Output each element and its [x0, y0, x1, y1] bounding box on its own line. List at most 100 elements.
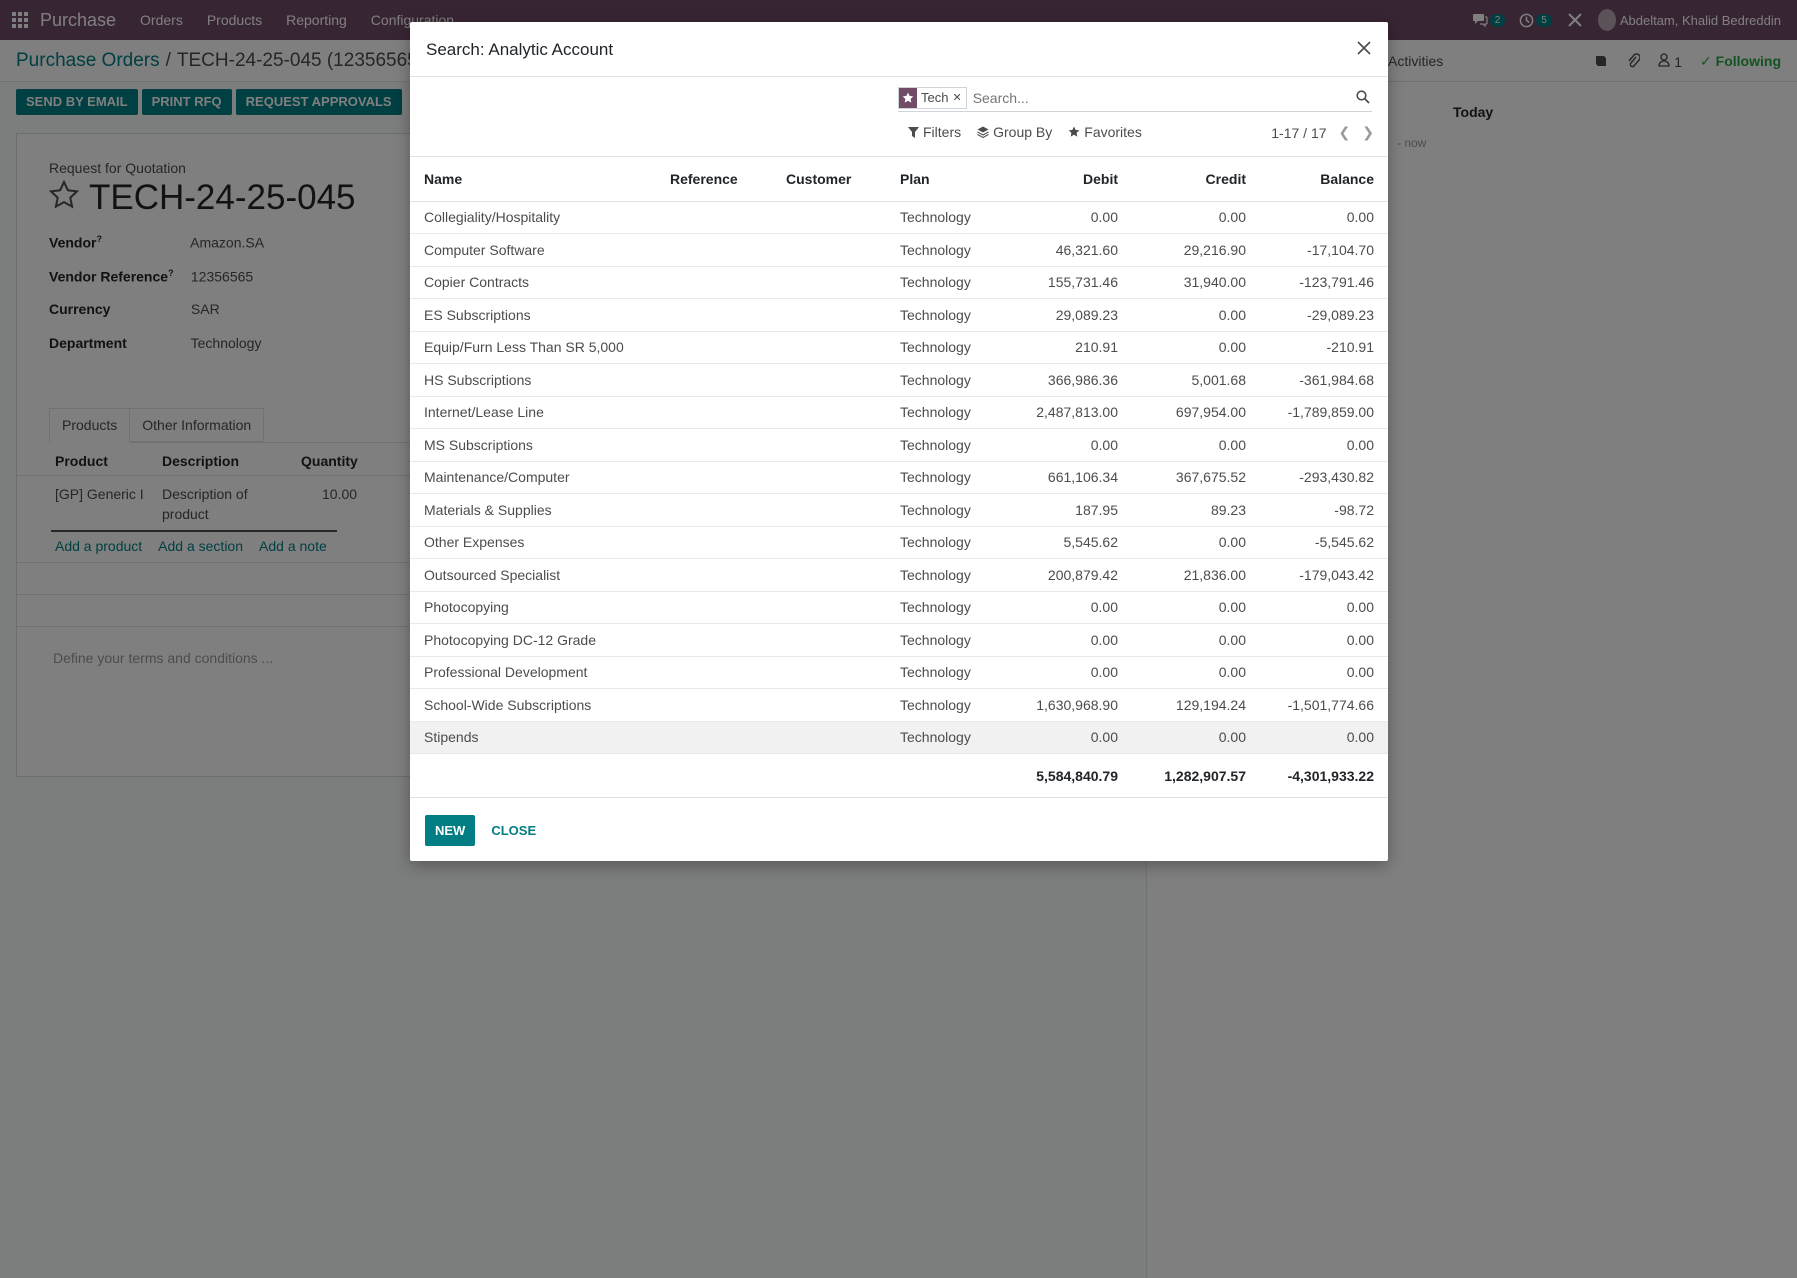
cell-credit: 0.00 — [1132, 721, 1260, 754]
table-row[interactable]: Photocopying DC-12 Grade Technology 0.00 0.… — [410, 623, 1388, 657]
cell-reference — [656, 396, 772, 429]
search-analytic-account-dialog: Search: Analytic Account Tech ✕ Filters … — [410, 22, 1388, 861]
table-row[interactable]: Professional Development Technology 0.00 0.… — [410, 656, 1388, 689]
table-row[interactable]: Other Expenses Technology 5,545.62 0.00 -5,5… — [410, 526, 1388, 559]
cell-balance: -210.91 — [1260, 331, 1388, 364]
table-row[interactable]: Equip/Furn Less Than SR 5,000 Technology 2… — [410, 331, 1388, 364]
facet-value: Tech — [921, 90, 949, 105]
cell-debit: 200,879.42 — [996, 558, 1132, 592]
pager-next-icon[interactable]: ❯ — [1362, 124, 1374, 141]
cell-customer — [772, 526, 886, 559]
column-plan[interactable]: Plan — [886, 157, 996, 202]
totals-spacer — [410, 753, 996, 798]
search-options: Filters Group By Favorites — [908, 124, 1142, 140]
table-row[interactable]: Maintenance/Computer Technology 661,106.34… — [410, 461, 1388, 494]
cell-name: Materials & Supplies — [410, 493, 656, 527]
table-row[interactable]: Computer Software Technology 46,321.60 29,2… — [410, 233, 1388, 267]
cell-name: Copier Contracts — [410, 266, 656, 299]
column-name[interactable]: Name — [410, 157, 656, 202]
column-debit[interactable]: Debit — [996, 157, 1132, 202]
cell-debit: 0.00 — [996, 428, 1132, 462]
column-credit[interactable]: Credit — [1132, 157, 1260, 202]
table-row[interactable]: Photocopying Technology 0.00 0.00 0.00 — [410, 591, 1388, 624]
cell-plan: Technology — [886, 688, 996, 722]
cell-customer — [772, 363, 886, 397]
search-facet: Tech ✕ — [898, 86, 967, 109]
cell-credit: 31,940.00 — [1132, 266, 1260, 299]
modal-header: Search: Analytic Account — [410, 22, 1388, 77]
cell-plan: Technology — [886, 428, 996, 462]
cell-customer — [772, 428, 886, 462]
cell-name: ES Subscriptions — [410, 298, 656, 332]
cell-customer — [772, 591, 886, 624]
cell-name: Stipends — [410, 721, 656, 754]
cell-reference — [656, 233, 772, 267]
cell-credit: 89.23 — [1132, 493, 1260, 527]
cell-credit: 0.00 — [1132, 201, 1260, 234]
cell-balance: 0.00 — [1260, 201, 1388, 234]
cell-credit: 0.00 — [1132, 331, 1260, 364]
favorites-dropdown[interactable]: Favorites — [1068, 124, 1142, 140]
cell-credit: 0.00 — [1132, 526, 1260, 559]
cell-credit: 0.00 — [1132, 428, 1260, 462]
filters-label: Filters — [923, 124, 962, 140]
cell-reference — [656, 656, 772, 689]
list-table: Name Reference Customer Plan Debit Credi… — [410, 157, 1388, 798]
cell-reference — [656, 461, 772, 494]
favorites-label: Favorites — [1084, 124, 1142, 140]
cell-customer — [772, 396, 886, 429]
cell-balance: -361,984.68 — [1260, 363, 1388, 397]
table-row[interactable]: Collegiality/Hospitality Technology 0.00 0.… — [410, 201, 1388, 234]
cell-debit: 1,630,968.90 — [996, 688, 1132, 722]
filters-dropdown[interactable]: Filters — [908, 124, 961, 140]
cell-name: Computer Software — [410, 233, 656, 267]
table-row[interactable]: Internet/Lease Line Technology 2,487,813.0… — [410, 396, 1388, 429]
list-body: Collegiality/Hospitality Technology 0.00 0.… — [410, 201, 1388, 754]
column-balance[interactable]: Balance — [1260, 157, 1388, 202]
new-button[interactable]: NEW — [425, 814, 476, 846]
table-row[interactable]: ES Subscriptions Technology 29,089.23 0.00-… — [410, 298, 1388, 332]
column-reference[interactable]: Reference — [656, 157, 772, 202]
cell-debit: 0.00 — [996, 623, 1132, 657]
cell-balance: 0.00 — [1260, 721, 1388, 754]
cell-credit: 0.00 — [1132, 623, 1260, 657]
table-row[interactable]: MS Subscriptions Technology 0.00 0.00 0.00 — [410, 428, 1388, 462]
column-customer[interactable]: Customer — [772, 157, 886, 202]
table-row[interactable]: Materials & Supplies Technology 187.95 89.2… — [410, 493, 1388, 527]
cell-credit: 29,216.90 — [1132, 233, 1260, 267]
cell-customer — [772, 656, 886, 689]
remove-facet-icon[interactable]: ✕ — [952, 91, 965, 104]
cell-balance: -179,043.42 — [1260, 558, 1388, 592]
filter-icon — [908, 126, 919, 138]
table-row[interactable]: Stipends Technology 0.00 0.00 0.00 — [410, 721, 1388, 754]
cell-customer — [772, 558, 886, 592]
cell-plan: Technology — [886, 656, 996, 689]
cell-customer — [772, 201, 886, 234]
cell-reference — [656, 558, 772, 592]
total-credit: 1,282,907.57 — [1132, 753, 1260, 798]
pager-previous-icon[interactable]: ❮ — [1339, 124, 1351, 141]
cell-balance: -5,545.62 — [1260, 526, 1388, 559]
table-row[interactable]: HS Subscriptions Technology 366,986.36 5,00… — [410, 363, 1388, 397]
cell-debit: 46,321.60 — [996, 233, 1132, 267]
cell-reference — [656, 363, 772, 397]
cell-plan: Technology — [886, 233, 996, 267]
close-icon[interactable] — [1354, 38, 1374, 58]
table-row[interactable]: School-Wide Subscriptions Technology 1,630… — [410, 688, 1388, 722]
search-icon[interactable] — [1356, 90, 1370, 104]
cell-balance: -293,430.82 — [1260, 461, 1388, 494]
table-row[interactable]: Copier Contracts Technology 155,731.46 31,9… — [410, 266, 1388, 299]
cell-customer — [772, 493, 886, 527]
search-input[interactable] — [972, 89, 1333, 106]
table-row[interactable]: Outsourced Specialist Technology 200,879.4… — [410, 558, 1388, 592]
group-by-label: Group By — [993, 124, 1053, 140]
cell-plan: Technology — [886, 331, 996, 364]
group-by-dropdown[interactable]: Group By — [977, 124, 1052, 140]
cell-debit: 366,986.36 — [996, 363, 1132, 397]
cell-reference — [656, 266, 772, 299]
search-bar: Tech ✕ — [898, 84, 1372, 112]
close-button[interactable]: CLOSE — [485, 815, 542, 846]
cell-balance: -1,501,774.66 — [1260, 688, 1388, 722]
cell-balance: 0.00 — [1260, 591, 1388, 624]
pager-value[interactable]: 1-17 / 17 — [1271, 125, 1326, 141]
